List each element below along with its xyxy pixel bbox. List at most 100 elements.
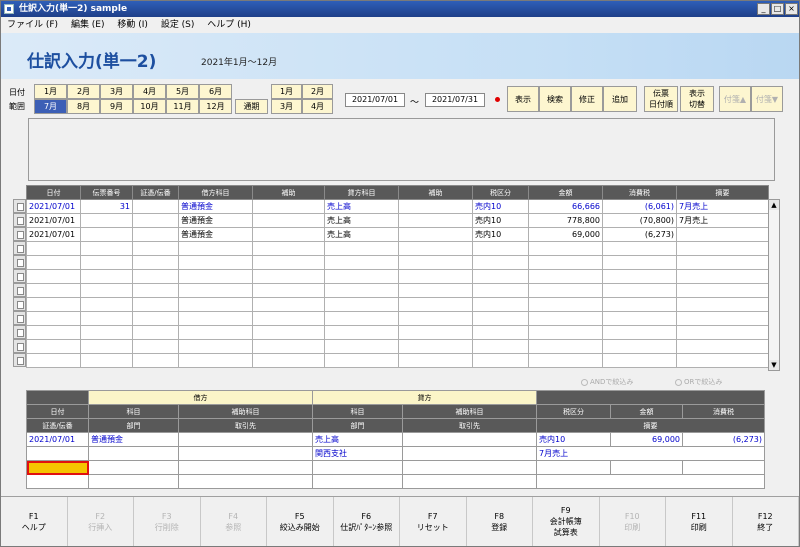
month-button-2[interactable]: 2月 bbox=[67, 84, 100, 99]
menu-move[interactable]: 移動 (I) bbox=[117, 17, 148, 33]
table-row[interactable] bbox=[26, 269, 769, 284]
month-button-1[interactable]: 1月 bbox=[34, 84, 67, 99]
fkey-f2-button[interactable]: F2 行挿入 bbox=[68, 497, 134, 546]
table-cell-evidence[interactable] bbox=[132, 353, 179, 368]
row-selector[interactable] bbox=[13, 353, 26, 367]
table-cell-memo[interactable] bbox=[676, 325, 769, 340]
minimize-button[interactable]: _ bbox=[757, 3, 770, 15]
table-cell-evidence[interactable] bbox=[132, 311, 179, 326]
table-cell-debit[interactable] bbox=[178, 353, 253, 368]
entry-debit-sub[interactable] bbox=[178, 432, 313, 447]
table-cell-debit[interactable] bbox=[178, 283, 253, 298]
table-cell-date[interactable] bbox=[26, 297, 81, 312]
table-cell-ctax[interactable] bbox=[602, 283, 677, 298]
table-cell-amount[interactable] bbox=[528, 255, 603, 270]
fkey-f8-button[interactable]: F8 登録 bbox=[467, 497, 533, 546]
table-row[interactable]: 2021/07/01 31 普通預金 売上高 売内10 66,666 (6,061) 7月売上 bbox=[26, 199, 769, 214]
table-cell-tax[interactable]: 売内10 bbox=[472, 213, 529, 228]
table-cell-amount[interactable] bbox=[528, 283, 603, 298]
table-cell-memo[interactable] bbox=[676, 311, 769, 326]
table-cell-tax[interactable] bbox=[472, 353, 529, 368]
close-button[interactable]: × bbox=[785, 3, 798, 15]
table-cell-voucher[interactable] bbox=[80, 297, 133, 312]
table-cell-amount[interactable] bbox=[528, 339, 603, 354]
table-cell-evidence[interactable] bbox=[132, 255, 179, 270]
table-cell-date[interactable]: 2021/07/01 bbox=[26, 227, 81, 242]
col-voucher-no[interactable]: 伝票番号 bbox=[80, 185, 133, 200]
display-toggle-button[interactable]: 表示 切替 bbox=[680, 86, 714, 112]
fkey-f9-button[interactable]: F9 会計帳簿 試算表 bbox=[533, 497, 600, 546]
table-cell-memo[interactable]: 7月売上 bbox=[676, 213, 769, 228]
table-cell-evidence[interactable] bbox=[132, 297, 179, 312]
table-cell-credit[interactable] bbox=[324, 311, 399, 326]
table-cell-tax[interactable] bbox=[472, 311, 529, 326]
table-cell-tax[interactable] bbox=[472, 269, 529, 284]
table-cell-ctax[interactable] bbox=[602, 241, 677, 256]
table-cell-credit-sub[interactable] bbox=[398, 227, 473, 242]
fkey-f3-button[interactable]: F3 行削除 bbox=[134, 497, 201, 546]
table-cell-tax[interactable] bbox=[472, 325, 529, 340]
voucher-date-order-button[interactable]: 伝票 日付順 bbox=[644, 86, 678, 112]
fkey-f12-button[interactable]: F12 終了 bbox=[733, 497, 799, 546]
table-cell-date[interactable] bbox=[26, 325, 81, 340]
new-entry-credit-dept[interactable] bbox=[312, 474, 403, 489]
fkey-f5-button[interactable]: F5 絞込み開始 bbox=[267, 497, 334, 546]
entry-credit-account[interactable]: 売上高 bbox=[312, 432, 403, 447]
table-cell-amount[interactable]: 778,800 bbox=[528, 213, 603, 228]
table-cell-ctax[interactable]: (6,061) bbox=[602, 199, 677, 214]
table-cell-credit[interactable] bbox=[324, 283, 399, 298]
table-cell-credit[interactable]: 売上高 bbox=[324, 227, 399, 242]
table-cell-debit[interactable] bbox=[178, 311, 253, 326]
table-cell-amount[interactable] bbox=[528, 269, 603, 284]
table-cell-evidence[interactable] bbox=[132, 199, 179, 214]
table-cell-tax[interactable]: 売内10 bbox=[472, 227, 529, 242]
closing-month-button-3[interactable]: 3月 bbox=[271, 99, 302, 114]
table-cell-date[interactable] bbox=[26, 241, 81, 256]
entry-tax-class[interactable]: 売内10 bbox=[536, 432, 611, 447]
new-entry-debit-dept[interactable] bbox=[88, 474, 179, 489]
table-cell-credit-sub[interactable] bbox=[398, 325, 473, 340]
table-cell-ctax[interactable] bbox=[602, 325, 677, 340]
table-row[interactable] bbox=[26, 339, 769, 354]
new-entry-credit-sub[interactable] bbox=[402, 460, 537, 475]
table-cell-debit[interactable] bbox=[178, 269, 253, 284]
table-cell-voucher[interactable] bbox=[80, 325, 133, 340]
table-cell-voucher[interactable] bbox=[80, 227, 133, 242]
new-entry-tax-class[interactable] bbox=[536, 460, 611, 475]
row-selector[interactable] bbox=[13, 325, 26, 339]
or-filter-radio[interactable]: ORで絞込み bbox=[675, 377, 722, 387]
table-row[interactable]: 2021/07/01 普通預金 売上高 売内10 778,800 (70,800) 7月売上 bbox=[26, 213, 769, 228]
table-cell-credit-sub[interactable] bbox=[398, 255, 473, 270]
new-entry-ctax[interactable] bbox=[681, 460, 766, 475]
table-cell-voucher[interactable] bbox=[80, 255, 133, 270]
table-cell-credit-sub[interactable] bbox=[398, 297, 473, 312]
table-cell-credit[interactable] bbox=[324, 241, 399, 256]
fkey-f1-button[interactable]: F1 ヘルプ bbox=[1, 497, 68, 546]
entry-amount[interactable]: 69,000 bbox=[610, 432, 683, 447]
table-cell-tax[interactable] bbox=[472, 283, 529, 298]
table-cell-credit-sub[interactable] bbox=[398, 213, 473, 228]
table-cell-memo[interactable] bbox=[676, 227, 769, 242]
row-selector[interactable] bbox=[13, 213, 26, 227]
month-button-10[interactable]: 10月 bbox=[133, 99, 166, 114]
new-entry-debit-account[interactable] bbox=[88, 460, 179, 475]
month-button-6[interactable]: 6月 bbox=[199, 84, 232, 99]
new-entry-debit-partner[interactable] bbox=[178, 474, 313, 489]
table-cell-ctax[interactable] bbox=[602, 297, 677, 312]
row-selector[interactable] bbox=[13, 311, 26, 325]
table-cell-tax[interactable]: 売内10 bbox=[472, 199, 529, 214]
table-cell-credit-sub[interactable] bbox=[398, 199, 473, 214]
table-cell-amount[interactable] bbox=[528, 311, 603, 326]
table-cell-memo[interactable] bbox=[676, 269, 769, 284]
table-cell-credit[interactable] bbox=[324, 297, 399, 312]
table-cell-tax[interactable] bbox=[472, 255, 529, 270]
entry-credit-dept[interactable]: 関西支社 bbox=[312, 446, 403, 461]
menu-edit[interactable]: 編集 (E) bbox=[71, 17, 105, 33]
table-cell-date[interactable] bbox=[26, 311, 81, 326]
month-button-11[interactable]: 11月 bbox=[166, 99, 199, 114]
entry-memo[interactable]: 7月売上 bbox=[535, 446, 766, 461]
table-cell-debit-sub[interactable] bbox=[252, 227, 325, 242]
col-debit-account[interactable]: 借方科目 bbox=[178, 185, 253, 200]
fkey-f4-button[interactable]: F4 参照 bbox=[201, 497, 267, 546]
table-row[interactable] bbox=[26, 311, 769, 326]
